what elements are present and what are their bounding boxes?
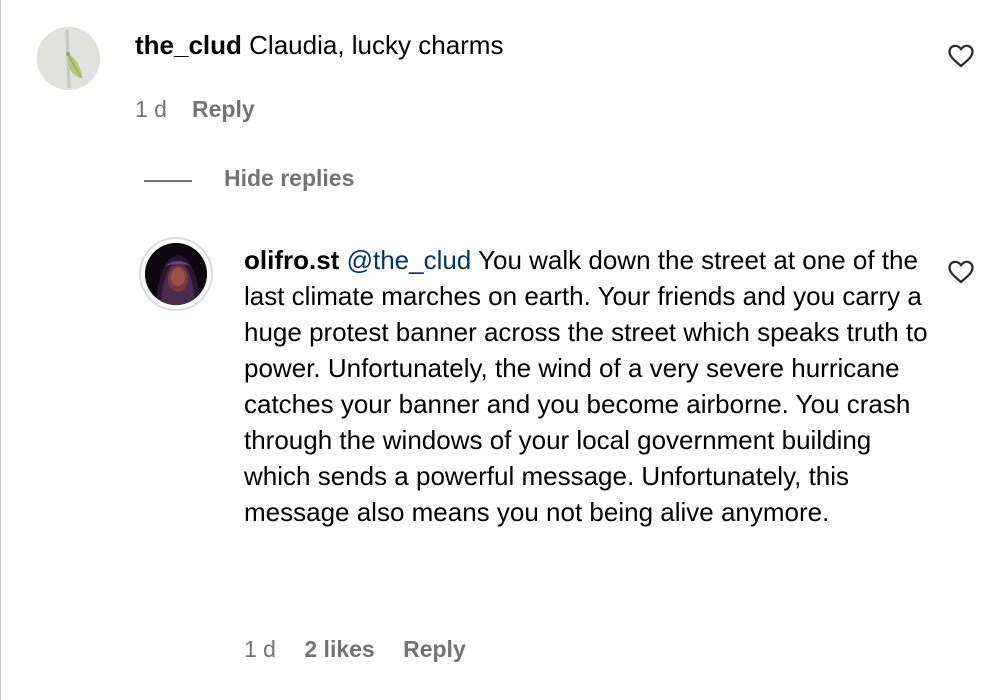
comment-username[interactable]: the_clud: [135, 30, 242, 60]
reply-meta: 1 d 2 likes Reply: [244, 636, 466, 663]
thread-divider-line: [144, 180, 192, 182]
reply-body: olifro.st @the_clud You walk down the st…: [244, 242, 934, 530]
reply-mention-link[interactable]: @the_clud: [347, 245, 472, 275]
hide-replies-label: Hide replies: [224, 165, 355, 191]
portrait-avatar-icon: [145, 243, 207, 305]
comment-text: Claudia, lucky charms: [249, 30, 504, 60]
avatar-olifro-st[interactable]: [139, 237, 213, 311]
heart-icon[interactable]: [948, 44, 974, 68]
moth-avatar-icon: [38, 28, 99, 89]
comment-timestamp: 1 d: [135, 96, 167, 122]
reply-text: You walk down the street at one of the l…: [244, 245, 928, 527]
comment-body: the_clud Claudia, lucky charms: [135, 27, 915, 63]
heart-icon[interactable]: [948, 260, 974, 284]
comments-panel: the_clud Claudia, lucky charms 1 d Reply…: [0, 0, 1000, 700]
reply-timestamp: 1 d: [244, 636, 276, 662]
reply-username[interactable]: olifro.st: [244, 245, 339, 275]
comment-reply-button[interactable]: Reply: [192, 96, 255, 123]
reply-likes-link[interactable]: 2 likes: [304, 636, 374, 662]
reply-reply-button[interactable]: Reply: [403, 636, 466, 662]
avatar-the-clud[interactable]: [37, 27, 100, 90]
comment-meta: 1 d Reply: [135, 96, 255, 123]
